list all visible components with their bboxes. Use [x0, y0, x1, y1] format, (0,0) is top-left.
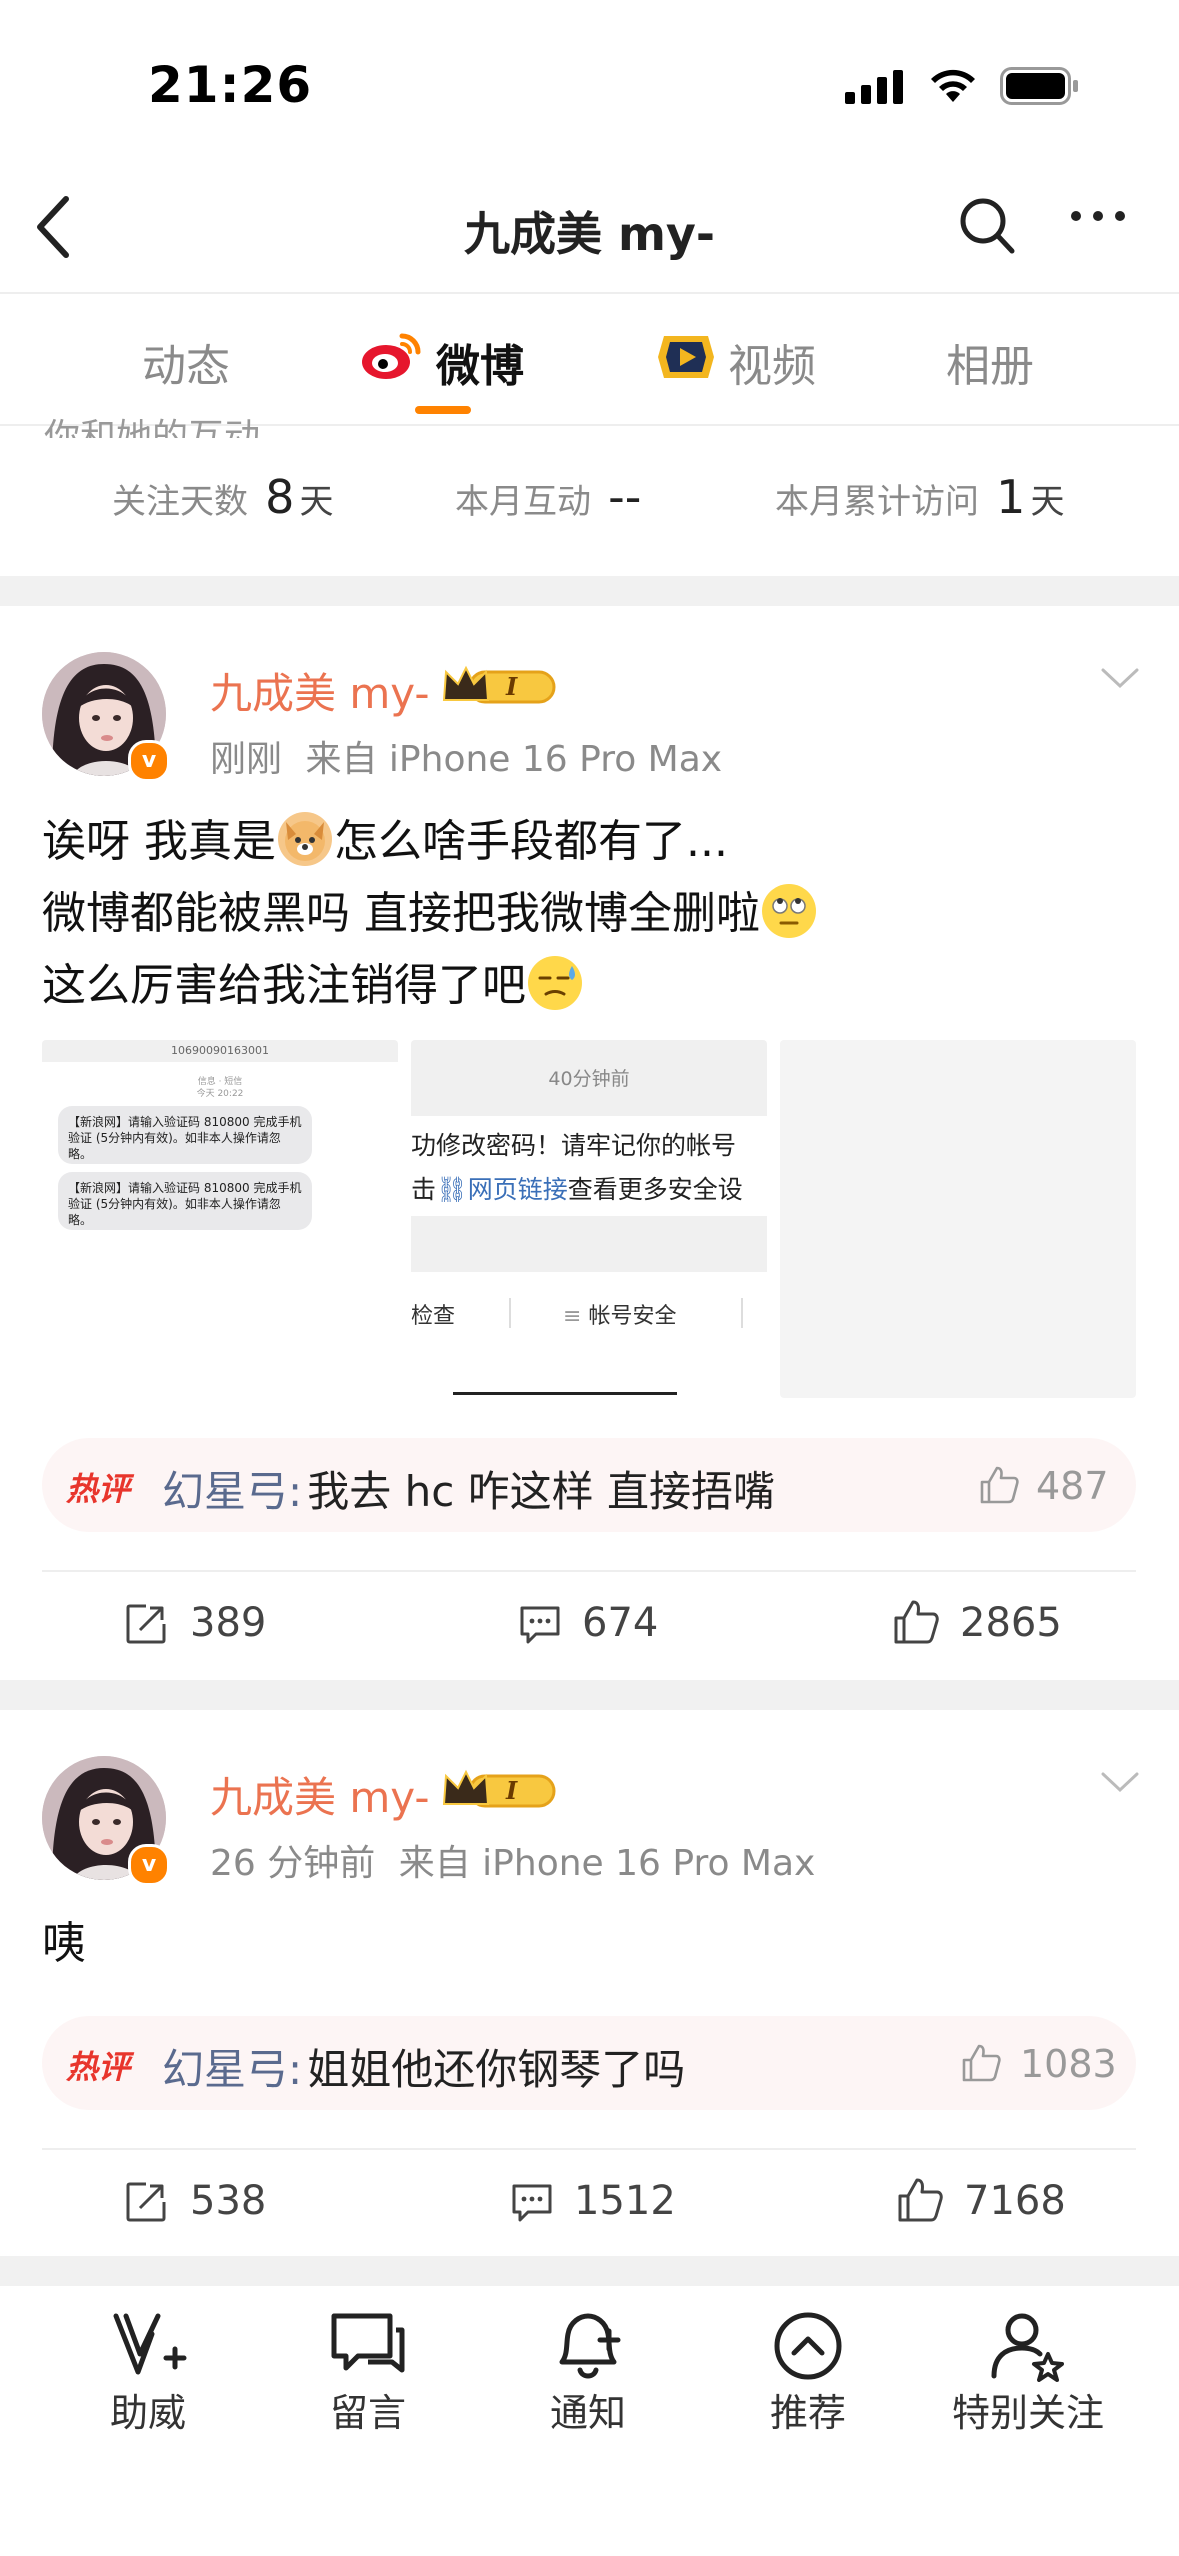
weibo-logo-icon: [362, 333, 421, 379]
tab-album[interactable]: 相册: [946, 330, 1034, 394]
stat-follow-days: 关注天数 8 天: [112, 470, 334, 524]
tab-video[interactable]: 视频: [728, 330, 816, 394]
post-image-notice[interactable]: 40分钟前 功修改密码！请牢记你的帐号 击⛓网页链接查看更多安全设 检查 ≡ 帐…: [411, 1040, 767, 1398]
dog-emoji-icon: [278, 812, 332, 866]
sweat-emoji-icon: [528, 956, 582, 1010]
comment-count[interactable]: 674: [582, 1600, 658, 1646]
section-separator: [0, 2256, 1179, 2286]
like-count[interactable]: 2865: [960, 1600, 1062, 1646]
member-crown-badge: I: [442, 1769, 556, 1808]
interaction-header: 你和她的互动: [44, 417, 261, 438]
post-author[interactable]: 九成美 my-: [210, 660, 430, 721]
search-icon[interactable]: [958, 196, 1016, 256]
repost-count[interactable]: 389: [190, 1600, 266, 1646]
chevron-down-icon[interactable]: [1100, 1770, 1140, 1794]
post-line: 微博都能被黑吗 直接把我微博全删啦: [42, 878, 1142, 950]
tab-dynamics[interactable]: 动态: [142, 330, 230, 394]
post-image-sms[interactable]: 10690090163001 信息 · 短信 今天 20:22 【新浪网】请输入…: [42, 1040, 398, 1398]
repost-icon[interactable]: [124, 1602, 168, 1646]
post-author[interactable]: 九成美 my-: [210, 1764, 430, 1825]
eye-roll-emoji-icon: [762, 884, 816, 938]
more-icon[interactable]: [1070, 210, 1126, 222]
comment-icon[interactable]: [510, 2182, 554, 2224]
post-line: 诶呀 我真是 怎么啥手段都有了...: [42, 806, 1142, 878]
like-count[interactable]: 7168: [964, 2178, 1066, 2224]
like-icon[interactable]: [896, 2176, 944, 2224]
action-divider: [42, 2148, 1136, 2150]
svg-text:I: I: [505, 1776, 518, 1805]
tab-active-indicator: [415, 406, 471, 414]
thumbs-up-icon[interactable]: [978, 1464, 1020, 1506]
chevron-up-circle-icon: [774, 2312, 842, 2380]
hot-comment[interactable]: 热评 幻星弓: 姐姐他还你钢琴了吗 1083: [42, 2016, 1136, 2110]
member-crown-badge: I: [442, 665, 556, 704]
bell-plus-icon: [559, 2313, 621, 2379]
hot-comment[interactable]: 热评 幻星弓: 我去 hc 咋这样 直接捂嘴 487: [42, 1438, 1136, 1532]
tabbar-message[interactable]: 留言: [288, 2310, 448, 2437]
verified-badge: v: [128, 1844, 170, 1886]
video-play-icon: [658, 336, 714, 378]
signal-icon: [845, 70, 903, 104]
sms-bubble: 【新浪网】请输入验证码 810800 完成手机验证 (5分钟内有效)。如非本人操…: [58, 1106, 312, 1164]
post-body: 诶呀 我真是 怎么啥手段都有了... 微博都能被黑吗 直接把我微博全删啦 这么厉害…: [42, 806, 1142, 1022]
section-separator: [0, 1680, 1179, 1710]
comment-icon[interactable]: [518, 1604, 562, 1646]
post-image-blank[interactable]: [780, 1040, 1136, 1398]
repost-count[interactable]: 538: [190, 2178, 266, 2224]
verified-badge: v: [128, 740, 170, 782]
thumbs-up-icon[interactable]: [960, 2042, 1002, 2084]
section-separator: [0, 576, 1179, 606]
tabbar-recommend[interactable]: 推荐: [728, 2310, 888, 2437]
stat-month-interaction: 本月互动 --: [455, 470, 642, 524]
repost-icon[interactable]: [124, 2180, 168, 2224]
hot-comment-likes: 487: [1036, 1464, 1109, 1508]
comment-count[interactable]: 1512: [574, 2178, 676, 2224]
status-time: 21:26: [148, 56, 313, 114]
chevron-down-icon[interactable]: [1100, 666, 1140, 690]
tabbar-cheer[interactable]: 助威: [68, 2310, 228, 2437]
like-icon[interactable]: [892, 1598, 940, 1646]
hot-comment-tag: 热评: [66, 1470, 131, 1508]
svg-text:I: I: [505, 672, 518, 701]
nav-divider: [0, 292, 1179, 294]
battery-icon: [1000, 67, 1078, 105]
tab-weibo[interactable]: 微博: [436, 330, 524, 394]
message-icon: [331, 2313, 405, 2373]
user-star-icon: [991, 2313, 1064, 2382]
sms-bubble: 【新浪网】请输入验证码 810800 完成手机验证 (5分钟内有效)。如非本人操…: [58, 1172, 312, 1230]
bottom-toolbar: 助威 留言 通知 推荐 特别关注: [0, 2286, 1179, 2556]
hot-comment-tag: 热评: [66, 2048, 131, 2086]
post-line: 这么厉害给我注销得了吧: [42, 950, 1142, 1022]
hot-comment-likes: 1083: [1020, 2042, 1117, 2086]
v-plus-icon: [113, 2313, 187, 2375]
tabbar-special-follow[interactable]: 特别关注: [938, 2310, 1118, 2437]
post-meta: 26 分钟前 来自 iPhone 16 Pro Max: [210, 1843, 816, 1884]
stat-month-visits: 本月累计访问 1 天: [775, 470, 1065, 524]
tabbar-notify[interactable]: 通知: [508, 2310, 668, 2437]
post-body: 咦: [42, 1918, 86, 1969]
wifi-icon: [931, 69, 975, 102]
post-meta: 刚刚 来自 iPhone 16 Pro Max: [210, 739, 723, 780]
action-divider: [42, 1570, 1136, 1572]
link-icon: ⛓: [436, 1175, 468, 1204]
